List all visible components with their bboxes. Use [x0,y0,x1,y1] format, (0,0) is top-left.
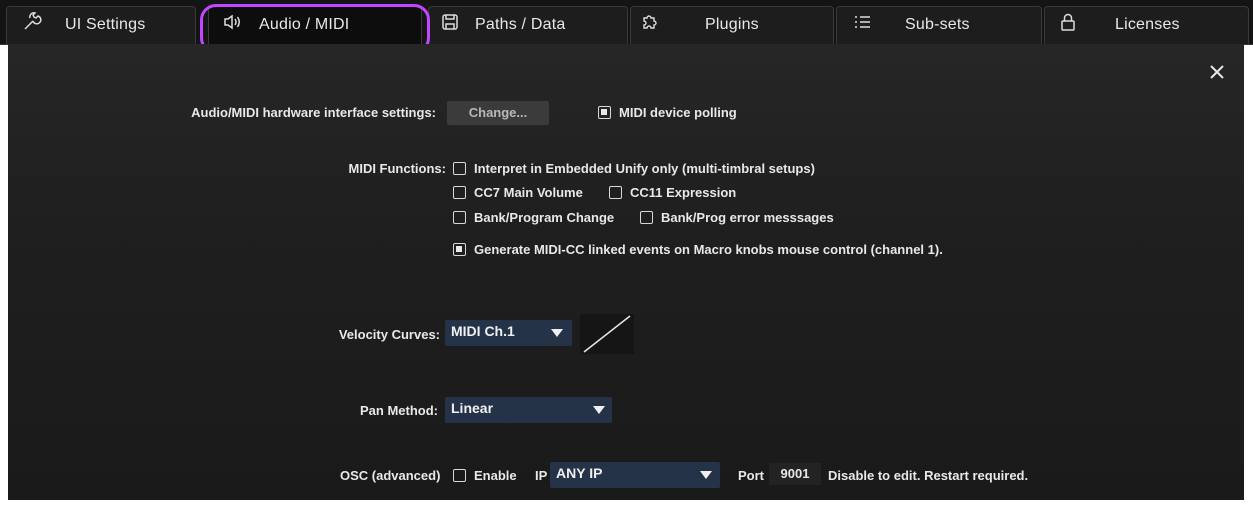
generate-midi-cc-label: Generate MIDI-CC linked events on Macro … [474,242,943,257]
osc-ip-dropdown[interactable]: ANY IP [550,462,720,488]
cc11-checkbox[interactable] [609,186,622,199]
tab-label: Licenses [1115,16,1180,33]
pan-method-label: Pan Method: [360,403,438,418]
wrench-icon [21,11,43,33]
bank-program-label: Bank/Program Change [474,210,615,225]
osc-label: OSC (advanced) [340,468,441,483]
cc7-checkbox[interactable] [453,186,466,199]
midi-polling-label: MIDI device polling [619,105,737,120]
tab-plugins[interactable]: Plugins [630,6,834,44]
tab-label: Plugins [705,16,759,33]
velocity-channel-dropdown[interactable]: MIDI Ch.1 [445,320,572,346]
hardware-settings-label: Audio/MIDI hardware interface settings: [191,105,436,120]
embedded-unify-label: Interpret in Embedded Unify only (multi-… [474,161,815,176]
tab-licenses[interactable]: Licenses [1044,6,1249,44]
bank-program-checkbox[interactable] [453,211,466,224]
list-icon [851,11,873,33]
generate-midi-cc-checkbox[interactable] [453,243,466,256]
chevron-down-icon [593,406,605,414]
puzzle-icon [639,11,661,33]
chevron-down-icon [700,471,712,479]
bank-prog-error-checkbox[interactable] [640,211,653,224]
tab-audio-midi[interactable]: Audio / MIDI [208,6,422,44]
cc11-label: CC11 Expression [630,185,737,200]
tab-ui-settings[interactable]: UI Settings [6,6,196,44]
bank-prog-error-label: Bank/Prog error messsages [661,210,834,225]
embedded-unify-checkbox[interactable] [453,162,466,175]
osc-enable-label: Enable [474,468,517,483]
tab-label: Paths / Data [475,16,566,33]
osc-ip-label: IP [535,468,548,483]
save-icon [439,11,461,33]
pan-method-value: Linear [451,400,494,416]
velocity-curve-preview[interactable] [580,314,634,354]
close-icon[interactable] [1206,61,1228,83]
tab-bar: UI Settings Audio / MIDI Paths / Data Pl… [0,0,1253,45]
chevron-down-icon [551,329,563,337]
change-button[interactable]: Change... [447,101,549,125]
cc7-label: CC7 Main Volume [474,185,583,200]
osc-ip-value: ANY IP [556,465,603,481]
tab-sub-sets[interactable]: Sub-sets [836,6,1042,44]
velocity-channel-value: MIDI Ch.1 [451,323,515,339]
tab-paths-data[interactable]: Paths / Data [428,6,628,44]
osc-note: Disable to edit. Restart required. [828,468,1029,483]
midi-polling-checkbox[interactable] [598,106,611,119]
midi-functions-label: MIDI Functions: [348,161,447,176]
osc-enable-checkbox[interactable] [453,469,466,482]
tab-label: Sub-sets [905,16,970,33]
osc-port-label: Port [738,468,764,483]
velocity-curves-label: Velocity Curves: [338,327,440,342]
tab-label: Audio / MIDI [259,16,350,33]
speaker-icon [221,11,243,33]
osc-port-field[interactable]: 9001 [769,463,821,485]
lock-icon [1057,11,1079,33]
pan-method-dropdown[interactable]: Linear [445,397,612,423]
tab-label: UI Settings [65,16,146,33]
